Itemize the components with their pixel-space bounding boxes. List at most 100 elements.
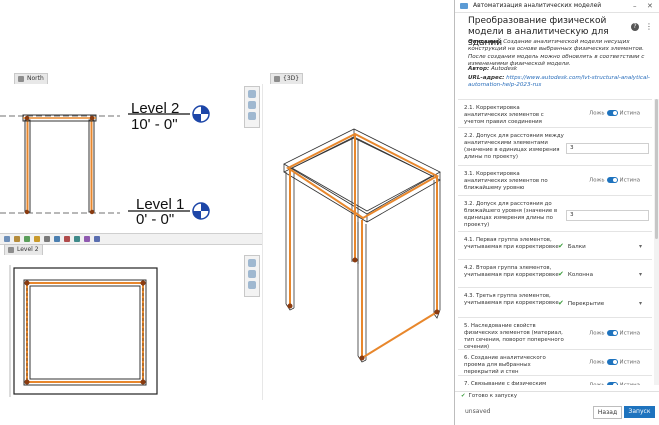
level-head-icon bbox=[192, 105, 210, 123]
run-button[interactable]: Запуск bbox=[624, 406, 655, 418]
scrollbar-thumb[interactable] bbox=[655, 99, 658, 239]
true-label: Истина bbox=[620, 383, 640, 386]
3d-view[interactable] bbox=[262, 84, 454, 400]
setting-label: 2.2. Допуск для расстояния между аналити… bbox=[464, 133, 564, 160]
status-bar: ✔ Готово к запуску bbox=[455, 391, 659, 401]
settings-scrollbar[interactable] bbox=[654, 99, 659, 385]
author: Автор: Autodesk bbox=[468, 66, 517, 72]
true-label: Истина bbox=[619, 330, 640, 337]
select-value: Колонна bbox=[567, 272, 594, 278]
shadows-icon[interactable] bbox=[44, 236, 50, 242]
crop-view-icon[interactable] bbox=[54, 236, 60, 242]
automation-panel: Автоматизация аналитических моделей – ✕ … bbox=[454, 0, 659, 425]
false-label: Ложь bbox=[589, 110, 605, 117]
setting-label: 7. Связывание с физическим аналогом bbox=[464, 381, 547, 385]
level-head-icon bbox=[192, 202, 210, 220]
close-icon[interactable]: ✕ bbox=[647, 2, 653, 10]
author-label: Автор: bbox=[468, 66, 490, 72]
highlight-displacement-icon[interactable] bbox=[94, 236, 100, 242]
footer: unsaved Назад Запуск bbox=[455, 402, 659, 425]
back-button[interactable]: Назад bbox=[593, 406, 622, 419]
revit-canvas[interactable]: North {3D} Level 2 10' - 0" Level 1 0' -… bbox=[0, 0, 454, 425]
save-state: unsaved bbox=[465, 408, 491, 415]
scale-icon[interactable] bbox=[4, 236, 10, 242]
level2-elevation: 10' - 0" bbox=[131, 116, 178, 133]
true-false-toggle[interactable]: Ложь Истина bbox=[589, 110, 640, 117]
element-group-select[interactable]: ✔ Колонна ▾ bbox=[558, 270, 644, 279]
true-false-toggle[interactable]: Ложь Истина bbox=[589, 177, 640, 184]
true-false-toggle[interactable]: Ложь Истина bbox=[589, 359, 640, 366]
true-false-toggle[interactable]: Ложь Истина bbox=[589, 330, 640, 337]
settings-row: 6. Создание аналитического проема для вы… bbox=[458, 349, 652, 376]
true-label: Истина bbox=[619, 110, 640, 117]
false-label: Ложь bbox=[589, 383, 604, 386]
tab-3d-label: {3D} bbox=[283, 75, 300, 82]
true-label: Истина bbox=[619, 177, 640, 184]
check-icon: ✔ bbox=[558, 242, 564, 250]
true-false-toggle[interactable]: Ложь Истина bbox=[589, 382, 640, 385]
chevron-down-icon[interactable]: ▾ bbox=[639, 270, 642, 279]
detail-level-icon[interactable] bbox=[14, 236, 20, 242]
false-label: Ложь bbox=[589, 177, 605, 184]
select-value: Перекрытие bbox=[567, 301, 605, 307]
window-title: Автоматизация аналитических моделей bbox=[473, 2, 602, 9]
select-value: Балки bbox=[567, 244, 586, 250]
settings-row: 4.3. Третья группа элементов, учитываема… bbox=[458, 287, 652, 318]
zoom-dropdown-icon[interactable] bbox=[248, 112, 256, 120]
toggle-switch[interactable] bbox=[606, 177, 618, 183]
chevron-down-icon[interactable]: ▾ bbox=[639, 299, 642, 308]
setting-label: 5. Наследование свойств физических элеме… bbox=[464, 323, 564, 350]
toggle-switch[interactable] bbox=[606, 330, 618, 336]
element-group-select[interactable]: ✔ Перекрытие ▾ bbox=[558, 299, 644, 308]
settings-row: 2.2. Допуск для расстояния между аналити… bbox=[458, 127, 652, 166]
url-label: URL-адрес: bbox=[468, 75, 505, 81]
false-label: Ложь bbox=[589, 330, 605, 337]
sun-path-icon[interactable] bbox=[34, 236, 40, 242]
level1-elevation: 0' - 0" bbox=[136, 211, 175, 228]
zoom-icon[interactable] bbox=[248, 101, 256, 109]
reveal-hidden-icon[interactable] bbox=[74, 236, 80, 242]
view-icon bbox=[274, 75, 280, 82]
tab-north-view[interactable]: North bbox=[14, 73, 48, 84]
tab-north-label: North bbox=[27, 75, 44, 82]
toggle-switch[interactable] bbox=[606, 359, 618, 365]
panel-titlebar[interactable]: Автоматизация аналитических моделей – ✕ bbox=[455, 0, 659, 13]
level1-label: Level 1 bbox=[136, 196, 185, 213]
help-icon[interactable]: ? bbox=[631, 23, 639, 31]
chevron-down-icon[interactable]: ▾ bbox=[639, 242, 642, 251]
more-options-icon[interactable]: ⋮ bbox=[645, 22, 653, 31]
setting-label: 6. Создание аналитического проема для вы… bbox=[464, 355, 546, 375]
analytical-model-icon[interactable] bbox=[84, 236, 90, 242]
settings-row: 2.1. Корректировка аналитических элемент… bbox=[458, 99, 652, 128]
steering-wheel-icon[interactable] bbox=[248, 90, 256, 98]
visual-style-icon[interactable] bbox=[24, 236, 30, 242]
setting-label: 3.1. Корректировка аналитических элемент… bbox=[464, 171, 548, 191]
true-label: Истина bbox=[619, 359, 640, 366]
toggle-switch[interactable] bbox=[606, 382, 618, 385]
author-value: Autodesk bbox=[490, 66, 518, 72]
view-icon bbox=[18, 75, 24, 82]
tolerance-input[interactable]: 3 bbox=[566, 143, 649, 154]
tab-level2-view[interactable]: Level 2 bbox=[4, 244, 43, 255]
minimize-icon[interactable]: – bbox=[633, 2, 637, 10]
tolerance-input[interactable]: 3 bbox=[566, 210, 649, 221]
description: Описание: Создание аналитической модели … bbox=[468, 39, 653, 69]
settings-list[interactable]: 2.1. Корректировка аналитических элемент… bbox=[458, 99, 652, 385]
setting-label: 3.2. Допуск для расстояния до ближайшего… bbox=[464, 201, 558, 228]
settings-row: 7. Связывание с физическим аналогом Ложь И… bbox=[458, 375, 652, 385]
temporary-hide-icon[interactable] bbox=[64, 236, 70, 242]
app-icon bbox=[460, 3, 468, 9]
url: URL-адрес: https://www.autodesk.com/lvt-… bbox=[468, 75, 653, 90]
element-group-select[interactable]: ✔ Балки ▾ bbox=[558, 242, 644, 251]
check-icon: ✔ bbox=[558, 299, 564, 307]
check-icon: ✔ bbox=[461, 393, 466, 399]
settings-row: 3.1. Корректировка аналитических элемент… bbox=[458, 165, 652, 196]
view-icon bbox=[8, 246, 14, 253]
toggle-switch[interactable] bbox=[606, 110, 618, 116]
check-icon: ✔ bbox=[558, 270, 564, 278]
navigation-bar[interactable] bbox=[244, 86, 260, 128]
plan-view[interactable] bbox=[0, 255, 262, 405]
setting-label: 4.2. Вторая группа элементов, учитываема… bbox=[464, 265, 559, 278]
tab-3d-view[interactable]: {3D} bbox=[270, 73, 304, 84]
tab-level2-label: Level 2 bbox=[17, 246, 39, 253]
